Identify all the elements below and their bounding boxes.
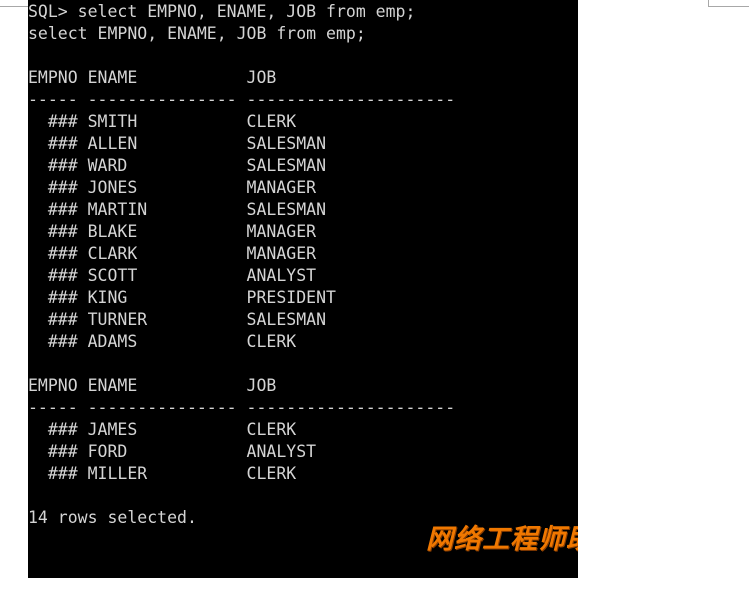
window-frame-top-right-line: [708, 6, 749, 7]
terminal-output-text[interactable]: SQL> select EMPNO, ENAME, JOB from emp; …: [28, 1, 455, 529]
screenshot-root: SQL> select EMPNO, ENAME, JOB from emp; …: [0, 0, 749, 595]
watermark-label: 网络工程师助手: [426, 524, 578, 555]
window-frame-top-left-line: [0, 6, 30, 7]
terminal-window[interactable]: SQL> select EMPNO, ENAME, JOB from emp; …: [28, 0, 578, 578]
